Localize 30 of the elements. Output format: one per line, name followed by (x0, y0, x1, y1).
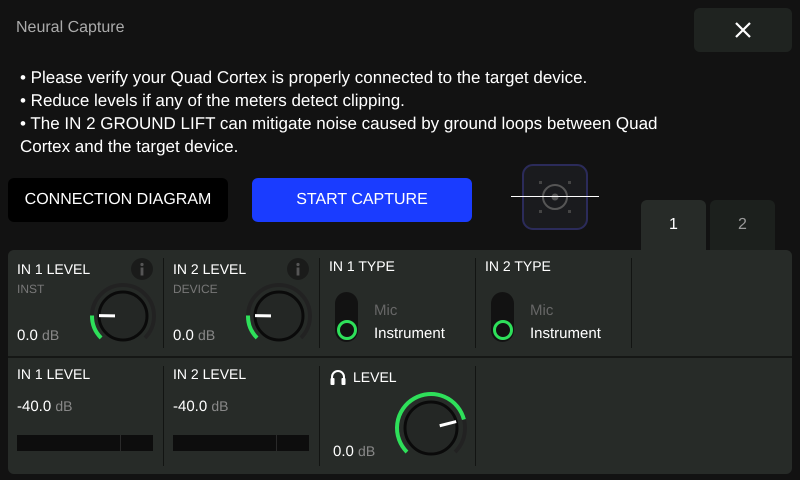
instruction-text: • Reduce levels if any of the meters detect clipping. (20, 90, 406, 112)
close-button[interactable] (694, 8, 792, 52)
type-switch[interactable] (491, 292, 514, 342)
close-icon (734, 21, 752, 39)
headphones-icon (329, 368, 347, 386)
type-option[interactable]: Instrument (374, 325, 445, 342)
control-title: IN 1 LEVEL (17, 366, 92, 382)
diagram-button[interactable]: CONNECTION DIAGRAM (8, 178, 228, 222)
tab[interactable]: 1 (641, 200, 706, 250)
target-icon (511, 164, 599, 232)
control-title: IN 2 LEVEL (173, 261, 246, 277)
start-button[interactable]: START CAPTURE (252, 178, 472, 222)
level-value: 0.0 dB (17, 327, 60, 344)
level-value: 0.0 dB (333, 443, 376, 460)
control-title: IN 2 TYPE (485, 258, 552, 274)
meter-value: -40.0 dB (17, 398, 74, 415)
control-title: LEVEL (353, 369, 397, 385)
control-title: IN 1 LEVEL (17, 261, 90, 277)
type-switch[interactable] (335, 292, 358, 342)
control-title: IN 1 TYPE (329, 258, 396, 274)
type-option[interactable]: Instrument (530, 325, 601, 342)
input-source-label: DEVICE (173, 282, 219, 296)
meter-value: -40.0 dB (173, 398, 230, 415)
control-title: IN 2 LEVEL (173, 366, 248, 382)
input-source-label: INST (17, 282, 46, 296)
tab[interactable]: 2 (710, 200, 775, 250)
instruction-text: • Please verify your Quad Cortex is properly connected to the target device. (20, 67, 588, 89)
window-title: Neural Capture (16, 19, 124, 37)
level-value: 0.0 dB (173, 327, 216, 344)
instruction-text: • The IN 2 GROUND LIFT can mitigate noise caused by ground loops between Quad Cortex and the target device. (20, 113, 658, 158)
